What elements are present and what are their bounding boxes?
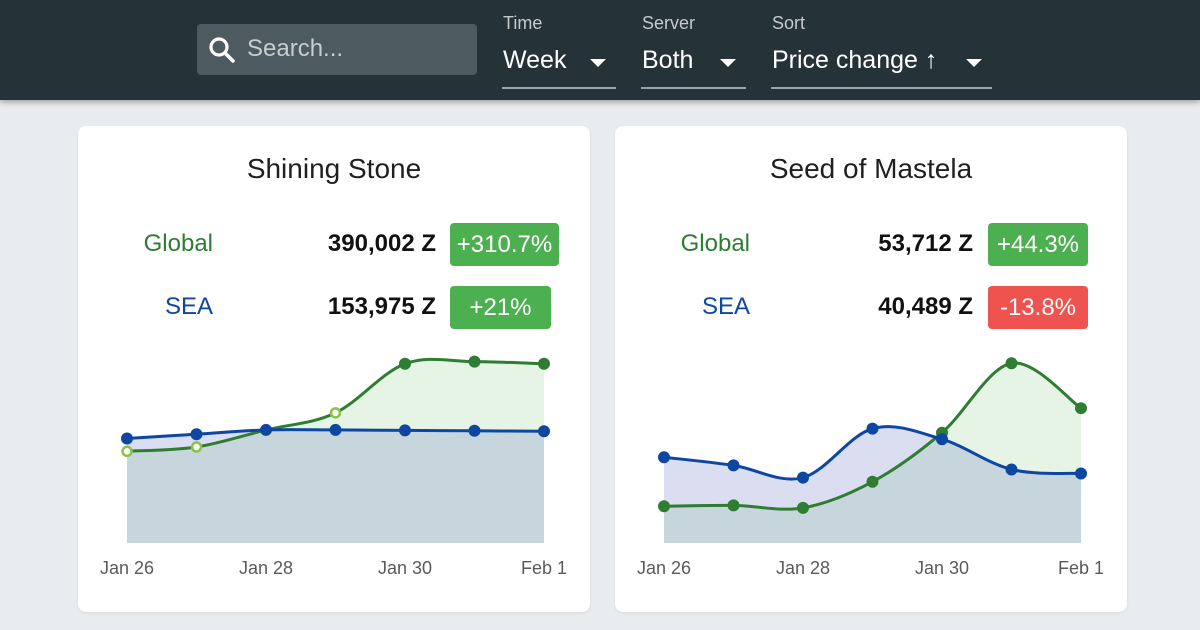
sort-value: Price change ↑ — [772, 46, 938, 74]
item-title: Shining Stone — [246, 153, 422, 184]
server-label-sea: SEA — [164, 293, 213, 320]
global-point[interactable] — [866, 475, 879, 488]
sea-point[interactable] — [468, 424, 481, 437]
global-change-badge: +310.7% — [450, 223, 559, 266]
global-point[interactable] — [190, 441, 203, 453]
time-value: Week — [503, 46, 567, 74]
global-price: 53,712 Z — [878, 230, 973, 257]
global-point[interactable] — [797, 501, 809, 514]
global-change-badge: +44.3% — [988, 223, 1088, 266]
sea-point[interactable] — [190, 428, 203, 441]
search-icon — [209, 37, 235, 63]
global-point[interactable] — [658, 500, 670, 513]
chevron-down-icon — [590, 59, 606, 67]
item-card[interactable]: Seed of Mastela Global 53,712 Z +44.3% S… — [615, 126, 1127, 612]
x-tick-label: Jan 30 — [915, 558, 969, 578]
sea-point[interactable] — [1075, 467, 1087, 480]
dropdown-underline — [641, 87, 746, 89]
x-tick-label: Jan 30 — [378, 558, 432, 578]
sea-price: 153,975 Z — [327, 293, 436, 320]
global-price: 390,002 Z — [327, 230, 436, 257]
sea-price: 40,489 Z — [878, 293, 973, 320]
server-label-sea: SEA — [701, 293, 750, 320]
dropdown-underline — [502, 87, 616, 89]
global-point[interactable] — [1075, 402, 1087, 415]
sea-point[interactable] — [399, 424, 411, 437]
sea-point[interactable] — [538, 425, 550, 438]
item-card[interactable]: Shining Stone Global 390,002 Z +310.7% S… — [78, 126, 590, 612]
sea-point[interactable] — [727, 459, 740, 472]
x-tick-label: Jan 26 — [100, 558, 154, 578]
top-bar: Time Week Server Both Sort Price change … — [0, 0, 1200, 100]
global-point[interactable] — [538, 357, 550, 370]
server-label-global: Global — [680, 230, 750, 257]
sea-point[interactable] — [866, 422, 879, 435]
time-label: Time — [503, 13, 543, 33]
sea-point[interactable] — [658, 451, 670, 464]
dropdown-underline — [771, 87, 992, 89]
server-value: Both — [642, 46, 694, 74]
global-point[interactable] — [329, 407, 342, 419]
x-tick-label: Jan 26 — [637, 558, 691, 578]
chevron-down-icon — [720, 59, 736, 67]
chevron-down-icon — [966, 59, 982, 67]
sea-point[interactable] — [797, 471, 809, 484]
x-tick-label: Jan 28 — [776, 558, 830, 578]
server-label-global: Global — [143, 230, 213, 257]
global-point[interactable] — [1005, 357, 1018, 370]
global-point[interactable] — [468, 355, 481, 368]
sort-label: Sort — [772, 13, 806, 33]
sea-point[interactable] — [260, 423, 272, 436]
x-tick-label: Jan 28 — [239, 558, 293, 578]
search-box[interactable] — [197, 24, 477, 75]
sea-point[interactable] — [121, 432, 133, 445]
price-chart: Jan 26 Jan 28 Jan 30 Feb 1 — [637, 357, 1104, 578]
sea-point[interactable] — [329, 423, 342, 436]
search-input[interactable] — [247, 32, 467, 66]
sea-point[interactable] — [1005, 463, 1018, 476]
price-chart: Jan 26 Jan 28 Jan 30 Feb 1 — [100, 355, 567, 578]
item-title: Seed of Mastela — [769, 153, 973, 184]
sea-point[interactable] — [936, 433, 948, 446]
server-label: Server — [642, 13, 696, 33]
global-point[interactable] — [121, 445, 133, 458]
sea-change-badge: +21% — [450, 286, 551, 329]
x-tick-label: Feb 1 — [1058, 558, 1104, 578]
x-tick-label: Feb 1 — [521, 558, 567, 578]
sea-change-badge: -13.8% — [988, 286, 1088, 329]
global-point[interactable] — [727, 499, 740, 512]
global-point[interactable] — [399, 357, 411, 370]
